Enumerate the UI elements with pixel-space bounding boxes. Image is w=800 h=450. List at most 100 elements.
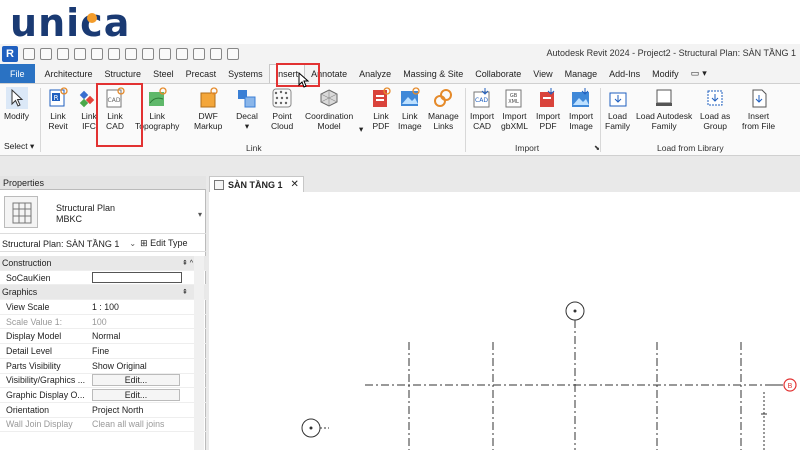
link-cad-highlight	[96, 83, 143, 147]
tab-architecture[interactable]: Architecture	[39, 64, 99, 83]
tab-precast[interactable]: Precast	[180, 64, 223, 83]
tab-manage[interactable]: Manage	[559, 64, 604, 83]
coordination-model-button[interactable]: Coordination Model	[305, 87, 353, 131]
load-autodesk-family-button[interactable]: Load Autodesk Family	[636, 87, 692, 131]
link-image-button[interactable]: Link Image	[398, 87, 422, 131]
properties-title: Properties	[0, 176, 206, 190]
link-pdf-label-2: PDF	[372, 121, 390, 131]
select-dropdown[interactable]: Select ▾	[4, 141, 34, 151]
insert-from-file-dropdown[interactable]: Insert from File	[742, 87, 775, 131]
link-revit-icon: R	[47, 87, 69, 109]
grid-bubble-b[interactable]: B	[767, 378, 797, 392]
import-gbxml-button[interactable]: GB XML Import gbXML	[501, 87, 528, 131]
separator	[465, 88, 466, 152]
undo-icon[interactable]	[74, 48, 86, 60]
link-pdf-icon	[370, 87, 392, 109]
edit-type-button[interactable]: ⊞ Edit Type	[140, 238, 187, 249]
view-tab-san-tang-1[interactable]: SÀN TẦNG 1 ✕	[209, 176, 304, 192]
tab-massing-site[interactable]: Massing & Site	[397, 64, 469, 83]
open-icon[interactable]	[23, 48, 35, 60]
tab-modify[interactable]: Modify	[646, 64, 685, 83]
tab-file[interactable]: File	[0, 64, 35, 83]
load-as-group-button[interactable]: Load as Group	[700, 87, 730, 131]
socaukien-input[interactable]	[92, 272, 182, 284]
tab-structure[interactable]: Structure	[99, 64, 148, 83]
manage-links-button[interactable]: Manage Links	[428, 87, 459, 131]
orientation-value[interactable]: Project North	[89, 405, 183, 415]
separator	[600, 88, 601, 152]
coordination-model-dropdown[interactable]: ▾	[359, 124, 363, 134]
grid-bubble-top[interactable]	[565, 301, 585, 327]
print-icon[interactable]	[108, 48, 120, 60]
link-pdf-label-1: Link	[373, 111, 389, 121]
load-family-label-1: Load	[608, 111, 627, 121]
collapse-icon: ⇞	[182, 289, 188, 297]
load-as-group-label-2: Group	[703, 121, 727, 131]
decal-dropdown[interactable]: Decal ▾	[236, 87, 258, 131]
measure-icon[interactable]	[125, 48, 137, 60]
load-family-button[interactable]: Load Family	[605, 87, 630, 131]
panel-label-link: Link	[246, 143, 262, 153]
tab-collaborate[interactable]: Collaborate	[469, 64, 527, 83]
property-key: Visibility/Graphics ...	[6, 375, 86, 386]
link-pdf-button[interactable]: Link PDF	[370, 87, 392, 131]
group-label: Graphics	[2, 287, 38, 298]
view-tab-label: SÀN TẦNG 1	[228, 179, 283, 190]
visibility-graphics-edit-button[interactable]: Edit...	[92, 374, 180, 387]
save-icon[interactable]	[40, 48, 52, 60]
close-icon[interactable]: ✕	[291, 179, 299, 190]
import-cad-button[interactable]: CAD Import CAD	[470, 87, 494, 131]
svg-text:R: R	[54, 94, 59, 102]
import-image-button[interactable]: Import Image	[569, 87, 593, 131]
grid-bubble-label: B	[788, 383, 793, 390]
drawing-canvas[interactable]: B	[209, 192, 800, 450]
load-family-label-2: Family	[605, 121, 631, 131]
svg-text:CAD: CAD	[475, 97, 488, 104]
redo-icon[interactable]	[91, 48, 103, 60]
wall-join-display-value: Clean all wall joins	[92, 419, 165, 430]
revit-app-icon[interactable]: R	[2, 46, 18, 62]
point-cloud-button[interactable]: Point Cloud	[271, 87, 293, 131]
property-key: View Scale	[6, 301, 50, 312]
link-revit-button[interactable]: R Link Revit	[47, 87, 69, 131]
coordination-model-label-2: Model	[317, 121, 341, 131]
group-header-graphics[interactable]: Graphics ⇞	[0, 285, 206, 301]
load-autodesk-family-label-1: Load Autodesk	[636, 111, 693, 121]
parts-visibility-value[interactable]: Show Original	[89, 361, 183, 371]
link-image-icon	[399, 87, 421, 109]
modify-button[interactable]: Modify	[4, 87, 29, 121]
sync-icon[interactable]	[57, 48, 69, 60]
dwf-markup-button[interactable]: DWF Markup	[194, 87, 222, 131]
tag-icon[interactable]	[159, 48, 171, 60]
tab-analyze[interactable]: Analyze	[353, 64, 397, 83]
insert-from-file-icon	[748, 87, 770, 109]
group-header-construction[interactable]: Construction ⇞ ^	[0, 256, 206, 271]
properties-scrollbar[interactable]	[194, 256, 204, 450]
property-row: SoCauKien	[0, 271, 206, 286]
tab-view[interactable]: View	[527, 64, 558, 83]
text-icon[interactable]	[176, 48, 188, 60]
window-title: Autodesk Revit 2024 - Project2 - Structu…	[546, 48, 796, 58]
property-key: Scale Value 1:	[6, 316, 63, 327]
point-cloud-icon	[271, 87, 293, 109]
dimension-icon[interactable]	[142, 48, 154, 60]
panel-expand-icon[interactable]: ⬊	[594, 144, 600, 152]
instance-selector[interactable]: Structural Plan: SÀN TẦNG 1	[0, 239, 119, 249]
ribbon-options-dropdown[interactable]: ▭ ▾	[685, 64, 713, 83]
tab-steel[interactable]: Steel	[147, 64, 180, 83]
scale-value: 100	[92, 316, 107, 327]
tab-systems[interactable]: Systems	[222, 64, 269, 83]
tab-add-ins[interactable]: Add-Ins	[603, 64, 646, 83]
graphic-display-edit-button[interactable]: Edit...	[92, 389, 180, 402]
import-pdf-button[interactable]: Import PDF	[536, 87, 560, 131]
section-icon[interactable]	[210, 48, 222, 60]
grid-bubble-left[interactable]	[301, 418, 329, 438]
close-hidden-icon[interactable]	[227, 48, 239, 60]
detail-level-value[interactable]: Fine	[89, 346, 183, 356]
chevron-down-icon[interactable]: ⌄	[129, 239, 136, 248]
property-key: Display Model	[6, 331, 62, 342]
3d-view-icon[interactable]	[193, 48, 205, 60]
type-selector[interactable]: Structural Plan MBKC ▾	[0, 190, 206, 234]
view-scale-value[interactable]: 1 : 100	[89, 302, 183, 312]
display-model-value[interactable]: Normal	[89, 331, 183, 341]
